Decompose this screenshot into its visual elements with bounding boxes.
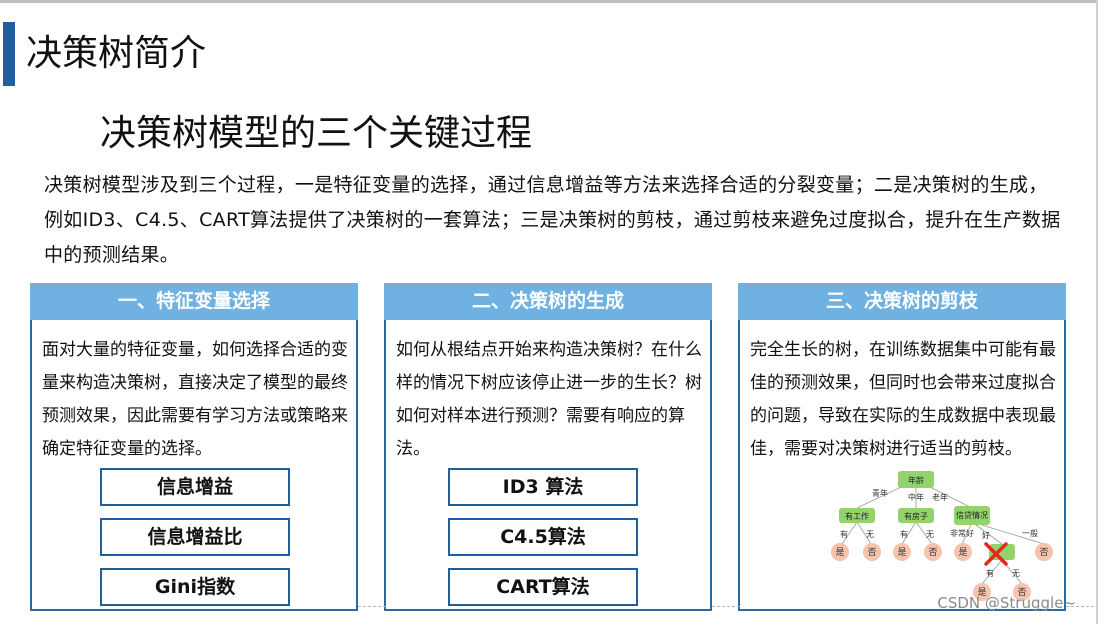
tree-node-label: 有房子 [904,511,928,521]
divider-line [358,606,386,607]
decision-tree-diagram: 青年 中年 老年 有 无 有 无 非常好 好 一般 有 无 年龄 有工作 有房子… [831,471,1053,601]
panel-header: 一、特征变量选择 [30,283,358,320]
c45-button[interactable]: C4.5算法 [448,518,638,556]
tree-node-label: 有工作 [845,511,869,521]
root-node-label: 年龄 [908,475,924,485]
info-gain-ratio-button[interactable]: 信息增益比 [100,518,290,556]
edge-label: 好 [982,530,990,540]
panel-body-text: 如何从根结点开始来构造决策树？在什么样的情况下树应该停止进一步的生长？树如何对样… [396,340,702,459]
edge-label: 一般 [1022,528,1038,538]
panel-header: 三、决策树的剪枝 [738,283,1066,320]
panel-body-text: 完全生长的树，在训练数据集中可能有最佳的预测效果，但同时也会带来过度拟合的问题，… [750,340,1056,459]
leaf-label: 是 [897,547,906,558]
panel-feature-selection: 一、特征变量选择 面对大量的特征变量，如何选择合适的变量来构造决策树，直接决定了… [30,283,358,611]
edge-label: 无 [926,530,934,539]
watermark: CSDN @Struggle~ [937,594,1076,612]
cart-button[interactable]: CART算法 [448,568,638,606]
panel-body-text: 面对大量的特征变量，如何选择合适的变量来构造决策树，直接决定了模型的最终预测效果… [42,340,348,459]
edge-label: 非常好 [950,528,974,538]
gini-index-button[interactable]: Gini指数 [100,568,290,606]
leaf-label: 否 [928,547,937,558]
top-border [0,0,1098,3]
title-accent-bar [3,22,15,86]
slide-subtitle: 决策树模型的三个关键过程 [100,113,533,154]
leaf-label: 否 [1039,547,1048,558]
intro-paragraph: 决策树模型涉及到三个过程，一是特征变量的选择，通过信息增益等方法来选择合适的分裂… [44,174,1061,266]
edge-label: 老年 [932,492,948,502]
divider-line [712,606,740,607]
leaf-label: 是 [958,547,967,558]
edge-label: 有 [900,529,908,539]
leaf-label: 否 [867,547,876,558]
tree-node-label: 信贷情况 [956,510,988,520]
edge-label: 青年 [872,488,888,498]
edge-label: 无 [866,530,874,539]
edge-label: 无 [1012,569,1020,578]
panel-tree-generation: 二、决策树的生成 如何从根结点开始来构造决策树？在什么样的情况下树应该停止进一步… [384,283,712,611]
panel-header: 二、决策树的生成 [384,283,712,320]
info-gain-button[interactable]: 信息增益 [100,468,290,506]
edge-label: 有 [986,568,994,578]
edge-label: 中年 [908,492,924,502]
id3-button[interactable]: ID3 算法 [448,468,638,506]
slide-title: 决策树简介 [26,33,207,74]
leaf-label: 是 [835,547,844,558]
edge-label: 有 [840,529,848,539]
